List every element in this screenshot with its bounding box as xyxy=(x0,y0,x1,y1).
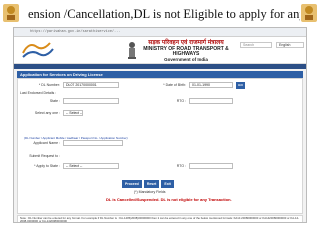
exit-button[interactable]: Exit xyxy=(161,180,174,188)
form-actions: Proceed Reset Exit xyxy=(122,180,174,188)
rto-label: RTO : xyxy=(176,99,186,103)
national-emblem-icon xyxy=(128,42,136,59)
dob-label: * Date of Birth: xyxy=(163,83,186,87)
apply-state-label: * Apply to State : xyxy=(34,164,60,168)
apply-state-select[interactable]: -- Select -- xyxy=(63,163,119,169)
address-bar[interactable]: https://parivahan.gov.in/sarathiservice/… xyxy=(14,28,306,37)
sarathi-logo-icon xyxy=(22,42,54,58)
error-message: DL is Cancelled/Suspended. DL is not eli… xyxy=(106,197,232,202)
state-label: State : xyxy=(49,99,60,103)
submit-request-label: Submit Request to : xyxy=(29,154,60,158)
applicant-name-label: Applicant Name : xyxy=(33,141,60,145)
dob-input[interactable]: 01-01-1990 xyxy=(189,82,233,88)
dl-number-input[interactable]: DL07 20170000001 xyxy=(63,82,119,88)
site-banner: सड़क परिवहन एवं राजमार्ग मंत्रालय MINIST… xyxy=(14,37,306,64)
apply-rto-select[interactable] xyxy=(189,163,233,169)
institution-logo-right-icon xyxy=(301,4,317,22)
go-button[interactable]: GO xyxy=(236,81,245,89)
form-title: Application for Services on Driving Lice… xyxy=(17,71,303,78)
institution-logo-left-icon xyxy=(3,4,19,22)
applicant-name-field xyxy=(63,140,123,146)
slide-heading: ension /Cancellation,DL is not Eligible … xyxy=(28,7,300,21)
rto-field xyxy=(189,98,233,104)
state-field xyxy=(63,98,119,104)
dl-format-note: Note : DL Number can be entered for any … xyxy=(17,215,303,222)
site-navbar xyxy=(14,64,306,69)
proceed-button[interactable]: Proceed xyxy=(122,180,142,188)
apply-rto-label: RTO : xyxy=(176,164,186,168)
site-search-input[interactable]: Search xyxy=(240,42,272,48)
reset-button[interactable]: Reset xyxy=(143,180,160,188)
dl-number-label: * DL Number: xyxy=(38,83,60,87)
last-endorsed-label: Last Endorsed Details : xyxy=(20,91,57,95)
mandatory-fields-note: (*) Mandatory Fields xyxy=(134,190,166,194)
select-one-dropdown[interactable]: -- Select -- xyxy=(63,110,83,116)
language-select[interactable]: English xyxy=(276,42,304,48)
select-one-label: Select any one : xyxy=(34,111,60,115)
website-screenshot: https://parivahan.gov.in/sarathiservice/… xyxy=(13,27,307,223)
ministry-title: सड़क परिवहन एवं राजमार्ग मंत्रालय MINIST… xyxy=(143,40,229,62)
dl-services-form: * DL Number: DL07 20170000001 * Date of … xyxy=(17,78,303,214)
